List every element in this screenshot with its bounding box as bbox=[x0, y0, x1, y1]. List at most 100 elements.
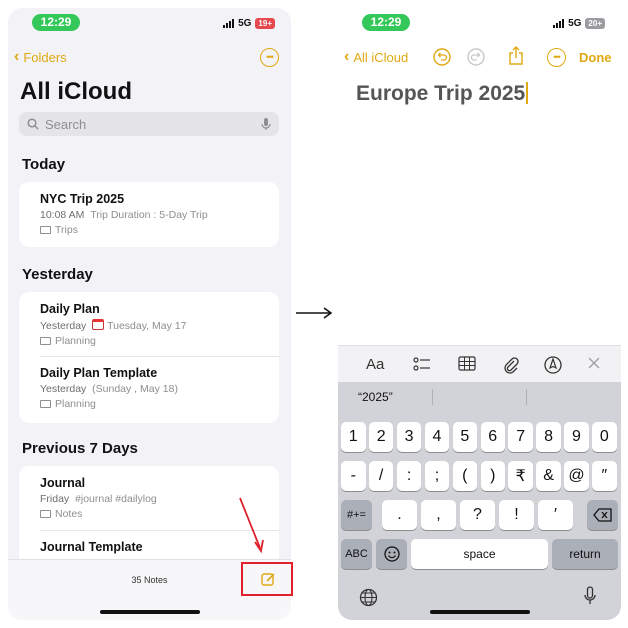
emoji-icon bbox=[383, 546, 400, 562]
note-item[interactable]: Daily Plan Yesterday Tuesday, May 17 Pla… bbox=[19, 292, 279, 356]
notes-card-yesterday: Daily Plan Yesterday Tuesday, May 17 Pla… bbox=[19, 292, 279, 423]
microphone-icon[interactable] bbox=[261, 117, 271, 131]
divider bbox=[526, 389, 527, 405]
space-key[interactable]: space bbox=[411, 539, 548, 569]
note-folder: Trips bbox=[40, 224, 279, 236]
delete-key[interactable] bbox=[587, 500, 618, 530]
suggestion-bar: “2025” bbox=[338, 382, 621, 412]
status-icons: 5G 20+ bbox=[553, 18, 605, 29]
key[interactable]: 6 bbox=[480, 422, 505, 452]
key[interactable]: 9 bbox=[564, 422, 589, 452]
section-header-today: Today bbox=[22, 156, 66, 173]
undo-icon[interactable] bbox=[433, 48, 451, 66]
return-key[interactable]: return bbox=[552, 539, 618, 569]
formatting-toolbar: Aa bbox=[338, 345, 621, 382]
search-icon bbox=[27, 118, 39, 130]
note-meta: 10:08 AM Trip Duration : 5-Day Trip bbox=[40, 209, 208, 221]
battery-icon: 20+ bbox=[585, 18, 605, 29]
red-arrow-annotation bbox=[239, 497, 264, 554]
key[interactable]: : bbox=[396, 461, 422, 491]
more-options-icon[interactable]: ••• bbox=[547, 48, 566, 67]
calendar-icon bbox=[92, 319, 105, 330]
note-folder: Planning bbox=[40, 335, 279, 347]
keyboard: “2025” 1234567890 - /:;() ₹ & @ ″ #+= .,?! ′ A… bbox=[338, 382, 621, 620]
key[interactable]: - bbox=[341, 461, 366, 491]
key[interactable]: @ bbox=[564, 461, 589, 491]
section-header-previous-7-days: Previous 7 Days bbox=[22, 440, 138, 457]
key[interactable]: . bbox=[382, 500, 417, 530]
note-title-field[interactable]: Europe Trip 2025 bbox=[356, 82, 529, 106]
back-button[interactable]: ‹ Folders bbox=[14, 48, 67, 66]
note-title-text: Europe Trip 2025 bbox=[356, 82, 526, 105]
notes-card-today: NYC Trip 2025 10:08 AM Trip Duration : 5… bbox=[19, 182, 279, 247]
key[interactable]: 7 bbox=[508, 422, 533, 452]
folder-icon bbox=[40, 400, 51, 408]
markup-icon[interactable] bbox=[544, 356, 562, 374]
key[interactable]: , bbox=[421, 500, 456, 530]
page-title: All iCloud bbox=[20, 78, 132, 105]
back-label: All iCloud bbox=[353, 49, 409, 65]
key[interactable]: ) bbox=[480, 461, 505, 491]
suggestion-item[interactable]: “2025” bbox=[358, 390, 393, 404]
battery-icon: 19+ bbox=[255, 18, 275, 29]
key[interactable]: 2 bbox=[368, 422, 394, 452]
backspace-icon bbox=[592, 508, 612, 522]
key[interactable]: ! bbox=[499, 500, 534, 530]
folder-icon bbox=[40, 226, 51, 234]
key[interactable]: 5 bbox=[452, 422, 478, 452]
text-format-button[interactable]: Aa bbox=[366, 356, 384, 373]
key[interactable]: ? bbox=[460, 500, 495, 530]
back-button[interactable]: ‹ All iCloud bbox=[344, 48, 408, 66]
note-meta: Yesterday Tuesday, May 17 bbox=[40, 319, 187, 332]
abc-key[interactable]: ABC bbox=[341, 539, 372, 569]
network-label: 5G bbox=[238, 18, 252, 29]
redo-icon[interactable] bbox=[467, 48, 485, 66]
note-meta: Yesterday (Sunday , May 18) bbox=[40, 383, 178, 395]
key[interactable]: 0 bbox=[592, 422, 617, 452]
key[interactable]: 8 bbox=[536, 422, 561, 452]
key[interactable]: ″ bbox=[592, 461, 617, 491]
note-item[interactable]: NYC Trip 2025 10:08 AM Trip Duration : 5… bbox=[19, 182, 279, 236]
close-icon[interactable] bbox=[587, 356, 601, 370]
note-title: NYC Trip 2025 bbox=[40, 192, 125, 206]
checklist-icon[interactable] bbox=[413, 356, 431, 372]
search-placeholder: Search bbox=[45, 116, 87, 132]
network-label: 5G bbox=[568, 18, 582, 29]
dictation-microphone-icon[interactable] bbox=[584, 586, 596, 606]
status-icons: 5G 19+ bbox=[223, 18, 275, 29]
key[interactable]: / bbox=[368, 461, 394, 491]
chevron-left-icon: ‹ bbox=[344, 48, 350, 65]
home-indicator bbox=[99, 610, 200, 614]
status-time: 12:29 bbox=[362, 14, 410, 31]
attachment-icon[interactable] bbox=[503, 356, 519, 374]
folder-icon bbox=[40, 337, 51, 345]
emoji-key[interactable] bbox=[376, 539, 407, 569]
status-time: 12:29 bbox=[32, 14, 80, 31]
key[interactable]: ( bbox=[452, 461, 478, 491]
table-icon[interactable] bbox=[458, 356, 476, 371]
divider bbox=[432, 389, 433, 405]
home-indicator bbox=[429, 610, 530, 614]
key[interactable]: 4 bbox=[424, 422, 450, 452]
share-icon[interactable] bbox=[508, 46, 524, 66]
more-options-icon[interactable]: ••• bbox=[260, 48, 279, 67]
key[interactable]: 1 bbox=[341, 422, 366, 452]
globe-icon[interactable] bbox=[359, 588, 378, 607]
key[interactable]: & bbox=[536, 461, 561, 491]
key[interactable]: ₹ bbox=[508, 461, 533, 491]
back-label: Folders bbox=[23, 49, 67, 65]
chevron-left-icon: ‹ bbox=[14, 48, 20, 65]
key[interactable]: 3 bbox=[396, 422, 422, 452]
transition-arrow-icon bbox=[296, 307, 332, 319]
search-input[interactable]: Search bbox=[19, 112, 279, 136]
signal-icon bbox=[553, 19, 565, 28]
done-button[interactable]: Done bbox=[579, 50, 612, 65]
symbols-shift-key[interactable]: #+= bbox=[341, 500, 372, 530]
highlight-box bbox=[241, 562, 293, 596]
key[interactable]: ′ bbox=[538, 500, 573, 530]
key[interactable]: ; bbox=[424, 461, 450, 491]
signal-icon bbox=[223, 19, 235, 28]
note-title: Daily Plan Template bbox=[40, 366, 158, 380]
note-item[interactable]: Daily Plan Template Yesterday (Sunday , … bbox=[19, 357, 279, 410]
note-folder: Planning bbox=[40, 398, 279, 410]
